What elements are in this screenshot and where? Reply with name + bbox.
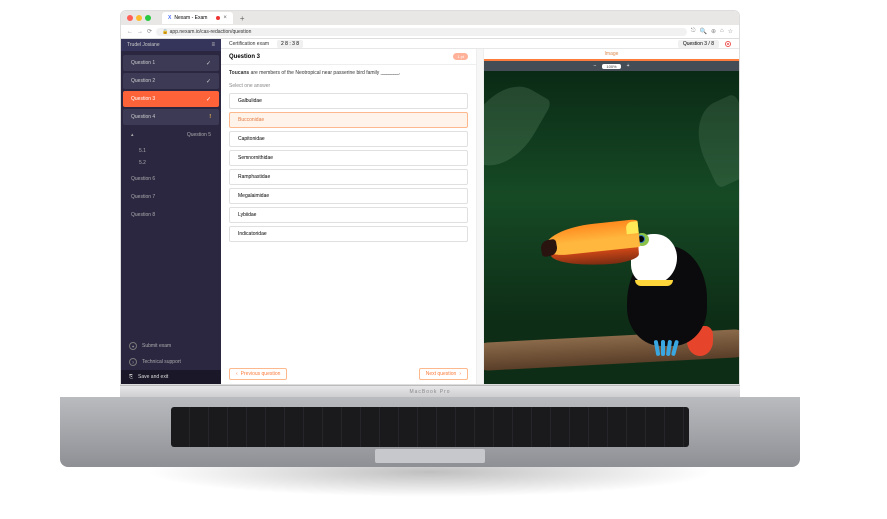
search-icon[interactable]: 🔍	[699, 28, 706, 35]
q5-label: Question 5	[187, 132, 211, 138]
back-icon[interactable]: ←	[127, 29, 133, 35]
zoom-in-button[interactable]: +	[627, 63, 630, 69]
submit-label: Submit exam	[142, 343, 171, 349]
zoom-out-button[interactable]: −	[593, 63, 596, 69]
option-5[interactable]: Ramphastidae	[229, 169, 468, 185]
option-1[interactable]: Galbulidae	[229, 93, 468, 109]
save-exit-button[interactable]: ⎘ Save and exit	[121, 370, 221, 384]
prompt-blank: __________	[381, 70, 399, 76]
check-icon: ✓	[206, 78, 211, 85]
option-2[interactable]: Bucconidae	[229, 112, 468, 128]
refresh-icon[interactable]: ⟳	[147, 28, 152, 35]
main-area: Certification exam 2 8 : 3 8 Question 3 …	[221, 39, 739, 384]
save-label: Save and exit	[138, 374, 168, 380]
image-viewport[interactable]	[484, 71, 739, 384]
star-icon[interactable]: ☆	[728, 28, 733, 35]
sidebar-item-q3[interactable]: Question 3 ✓	[123, 91, 219, 107]
option-7[interactable]: Lybiidae	[229, 207, 468, 223]
sidebar-item-q5-2[interactable]: 5.2	[121, 157, 221, 169]
warning-icon: !	[209, 114, 211, 120]
tab-title: Nexam - Exam	[174, 15, 207, 21]
next-label: Next question	[426, 371, 457, 377]
question-heading: Question 3	[229, 54, 260, 60]
q7-label: Question 7	[131, 194, 155, 200]
collapse-icon[interactable]	[131, 132, 137, 138]
previous-button[interactable]: ‹Previous question	[229, 368, 287, 380]
sidebar-item-q7[interactable]: Question 7	[123, 189, 219, 205]
home-icon[interactable]: ⌂	[720, 28, 724, 35]
user-name: Trudel Josiane	[127, 42, 160, 48]
q3-label: Question 3	[131, 96, 155, 102]
traffic-max[interactable]	[145, 15, 151, 21]
cast-icon[interactable]: ⎋	[691, 28, 696, 35]
tech-support-button[interactable]: ? Technical support	[121, 354, 221, 370]
tab-favicon: X	[168, 15, 171, 21]
submit-exam-button[interactable]: ✦ Submit exam	[121, 338, 221, 354]
trackpad	[375, 449, 485, 463]
exam-title: Certification exam	[229, 41, 269, 47]
browser-addrbar: ← → ⟳ 🔒 app.nexam.io/cas-redaction/quest…	[121, 25, 739, 39]
sidebar-item-q6[interactable]: Question 6	[123, 171, 219, 187]
support-label: Technical support	[142, 359, 181, 365]
question-panel: Question 3 1 pt Toucans are members of t…	[221, 49, 477, 384]
image-tab[interactable]: Image	[484, 49, 739, 61]
laptop-label: MacBook Pro	[120, 385, 740, 397]
forward-icon[interactable]: →	[137, 29, 143, 35]
help-icon: ?	[129, 358, 137, 366]
q4-label: Question 4	[131, 114, 155, 120]
recording-dot	[216, 16, 220, 20]
zoom-bar: − 100% +	[484, 61, 739, 71]
prev-label: Previous question	[241, 371, 281, 377]
image-panel: Image − 100% +	[483, 49, 739, 384]
submit-icon: ✦	[129, 342, 137, 350]
url-text: app.nexam.io/cas-redaction/question	[170, 29, 252, 35]
menu-icon[interactable]: ≡	[211, 42, 215, 48]
sidebar-item-q5[interactable]: Question 5	[123, 127, 219, 143]
option-4[interactable]: Semnornithidae	[229, 150, 468, 166]
recording-indicator	[725, 41, 731, 47]
browser-tab[interactable]: X Nexam - Exam ×	[162, 12, 233, 24]
zoom-level: 100%	[602, 64, 620, 69]
select-instruction: Select one answer	[221, 81, 476, 93]
laptop-keyboard	[60, 397, 800, 467]
close-tab-icon[interactable]: ×	[223, 15, 227, 21]
user-header[interactable]: Trudel Josiane ≡	[121, 39, 221, 51]
check-icon: ✓	[206, 96, 211, 103]
sidebar-item-q2[interactable]: Question 2 ✓	[123, 73, 219, 89]
next-button[interactable]: Next question›	[419, 368, 468, 380]
check-icon: ✓	[206, 60, 211, 67]
option-8[interactable]: Indicatoridae	[229, 226, 468, 242]
lock-icon: 🔒	[162, 29, 168, 35]
chevron-right-icon: ›	[459, 371, 461, 377]
option-3[interactable]: Capitonidae	[229, 131, 468, 147]
points-badge: 1 pt	[453, 53, 468, 60]
timer: 2 8 : 3 8	[277, 40, 303, 48]
prompt-subject: Toucans	[229, 70, 249, 76]
q8-label: Question 8	[131, 212, 155, 218]
sidebar: Trudel Josiane ≡ Question 1 ✓ Question 2 ✓…	[121, 39, 221, 384]
traffic-close[interactable]	[127, 15, 133, 21]
top-bar: Certification exam 2 8 : 3 8 Question 3 …	[221, 39, 739, 49]
q2-label: Question 2	[131, 78, 155, 84]
url-field[interactable]: 🔒 app.nexam.io/cas-redaction/question	[156, 28, 687, 36]
exit-icon: ⎘	[129, 374, 133, 380]
sidebar-item-q8[interactable]: Question 8	[123, 207, 219, 223]
toucan-image	[484, 71, 739, 384]
question-prompt: Toucans are members of the Neotropical n…	[221, 65, 476, 81]
new-tab-button[interactable]: +	[240, 14, 245, 23]
question-counter: Question 3 / 8	[678, 40, 719, 48]
sidebar-item-q1[interactable]: Question 1 ✓	[123, 55, 219, 71]
bookmark-icon[interactable]: ⊕	[711, 28, 716, 35]
q1-label: Question 1	[131, 60, 155, 66]
option-6[interactable]: Megalaimidae	[229, 188, 468, 204]
sidebar-item-q5-1[interactable]: 5.1	[121, 145, 221, 157]
sidebar-item-q4[interactable]: Question 4!	[123, 109, 219, 125]
browser-titlebar: X Nexam - Exam × +	[121, 11, 739, 25]
chevron-left-icon: ‹	[236, 371, 238, 377]
prompt-rest: are members of the Neotropical near pass…	[249, 70, 380, 76]
traffic-min[interactable]	[136, 15, 142, 21]
q6-label: Question 6	[131, 176, 155, 182]
